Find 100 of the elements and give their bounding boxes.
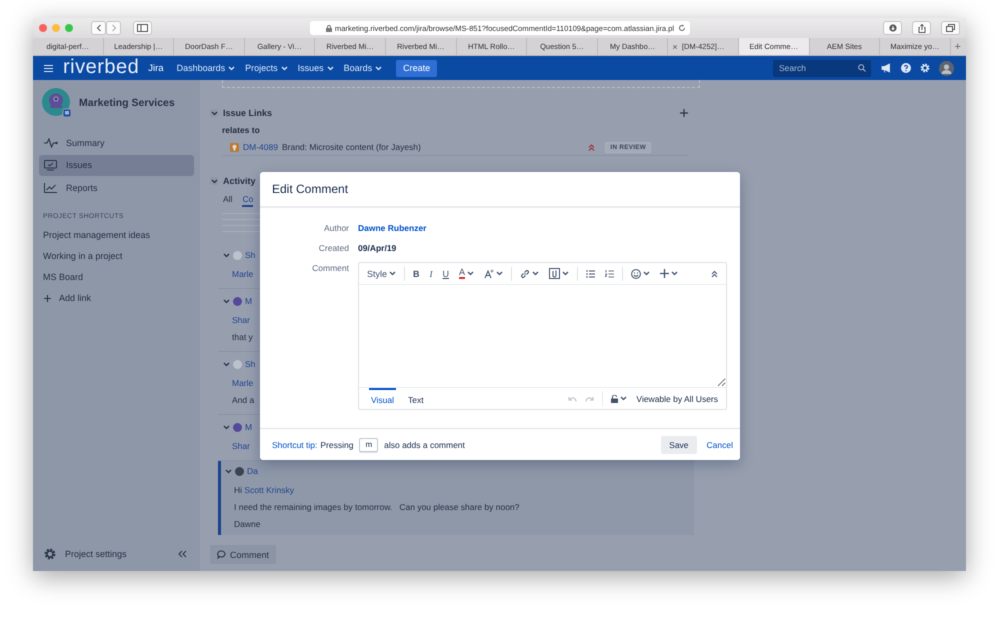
caret-icon [496, 271, 504, 276]
caret-icon [643, 271, 650, 276]
download-button[interactable] [883, 21, 902, 35]
expand-chevron-icon[interactable] [223, 424, 230, 430]
product-name: Jira [148, 62, 164, 74]
sidebar-item[interactable]: Reports [39, 177, 194, 198]
activity-tab[interactable]: Co [242, 194, 254, 207]
emoji-button[interactable] [629, 266, 652, 280]
insert-button[interactable] [658, 266, 680, 280]
collapse-sidebar-icon[interactable] [178, 550, 187, 558]
close-tab-button[interactable]: × [672, 42, 678, 52]
user-avatar [235, 466, 244, 476]
style-dropdown[interactable]: Style [365, 266, 398, 280]
expand-chevron-icon[interactable] [225, 468, 232, 474]
dialog-title: Edit Comment [260, 172, 740, 208]
project-avatar[interactable] [42, 88, 72, 118]
lightbulb-icon [230, 142, 239, 152]
attach-button[interactable] [547, 266, 572, 280]
logo-text[interactable]: riverbed [63, 56, 140, 76]
issue-key-link[interactable]: DM-4089 [243, 142, 278, 152]
save-button[interactable]: Save [661, 436, 697, 454]
cancel-link[interactable]: Cancel [706, 440, 733, 450]
expand-chevron-icon[interactable] [223, 362, 230, 366]
nav-menu[interactable]: Projects [240, 63, 293, 73]
user-link[interactable]: Marle [232, 378, 254, 388]
collapse-toggle[interactable] [210, 109, 218, 117]
visibility-dropdown[interactable] [611, 394, 628, 402]
tabs-overview-button[interactable] [941, 21, 960, 35]
padlock-icon [611, 394, 618, 402]
plus-icon [44, 294, 51, 302]
download-icon [888, 24, 896, 32]
user-link[interactable]: Shar [232, 441, 250, 451]
comment-text: Hi [234, 485, 242, 495]
line-chart-icon [44, 182, 58, 192]
megaphone-icon[interactable] [881, 63, 892, 73]
add-link-button[interactable]: Add link [39, 288, 194, 308]
activity-tab[interactable]: All [223, 194, 232, 207]
project-name: Marketing Services [79, 97, 175, 109]
shortcut-link[interactable]: Working in a project [39, 246, 194, 266]
comment-button[interactable]: Comment [210, 545, 276, 564]
shortcut-link[interactable]: MS Board [39, 266, 194, 288]
expand-chevron-icon[interactable] [223, 252, 230, 258]
gear-icon [44, 548, 56, 560]
shortcut-link[interactable]: Project management ideas [39, 224, 194, 246]
user-avatar [233, 422, 242, 432]
user-link[interactable]: Shar [232, 315, 250, 325]
user-avatar [233, 250, 242, 260]
search-icon[interactable] [858, 64, 866, 72]
user-avatar [233, 296, 242, 306]
format-button[interactable] [482, 266, 506, 280]
sidebar-item[interactable]: Summary [39, 132, 194, 153]
comment-text: And a [232, 395, 254, 405]
comment-editor[interactable]: Style B I U A Visual Text Viewable by All Users [358, 262, 727, 410]
nav-menu[interactable]: Issues [292, 63, 339, 73]
collapse-toolbar-icon[interactable] [711, 270, 718, 278]
clear-format-icon [484, 268, 494, 278]
settings-icon[interactable] [920, 63, 930, 73]
pulse-icon [44, 138, 58, 148]
author-link[interactable]: Sh [245, 359, 256, 369]
nav-menu[interactable]: Boards [338, 63, 388, 73]
underline-button[interactable]: U [440, 266, 452, 280]
caret-icon [389, 271, 396, 276]
expand-chevron-icon[interactable] [223, 298, 230, 304]
author-link[interactable]: M [245, 296, 252, 306]
bullet-list-icon [586, 270, 596, 278]
text-color-button[interactable]: A [457, 266, 476, 280]
collapse-toggle[interactable] [210, 177, 218, 185]
editor-mode-tab[interactable]: Text [406, 388, 426, 410]
avatar[interactable] [939, 60, 954, 76]
nav-menu[interactable]: Dashboards [172, 63, 240, 73]
user-link[interactable]: Marle [232, 269, 254, 279]
shortcut-tip-link[interactable]: Shortcut tip: [272, 440, 318, 450]
keyboard-key: m [359, 438, 378, 452]
author-link[interactable]: Dawne Rubenzer [358, 223, 426, 233]
field-value: 09/Apr/19 [358, 243, 396, 253]
field-label: Comment [311, 262, 349, 275]
speech-bubble-icon [217, 550, 226, 559]
author-link[interactable]: M [245, 422, 252, 432]
bold-button[interactable]: B [411, 266, 422, 280]
caret-icon [326, 66, 334, 70]
tabs-icon [946, 24, 955, 32]
sidebar-icon [137, 24, 148, 32]
caret-icon [228, 66, 236, 70]
project-settings-link[interactable]: Project settings [44, 548, 127, 560]
add-icon[interactable] [680, 109, 688, 117]
menu-icon[interactable] [44, 64, 53, 72]
search-field[interactable]: Search [773, 60, 871, 76]
numbered-list-icon [605, 270, 614, 278]
author-link[interactable]: Sh [245, 250, 256, 260]
link-icon [520, 268, 530, 278]
reload-icon[interactable] [678, 24, 686, 32]
new-tab-button[interactable]: + [950, 38, 965, 55]
help-icon[interactable] [901, 63, 911, 73]
editor-mode-tab[interactable]: Visual [369, 388, 396, 410]
sidebar-toggle-button[interactable] [133, 21, 152, 35]
italic-button[interactable]: I [428, 266, 435, 280]
back-button[interactable] [91, 21, 106, 35]
create-button[interactable]: Create [396, 60, 438, 76]
caret-icon [375, 66, 382, 70]
share-button[interactable] [912, 21, 931, 35]
